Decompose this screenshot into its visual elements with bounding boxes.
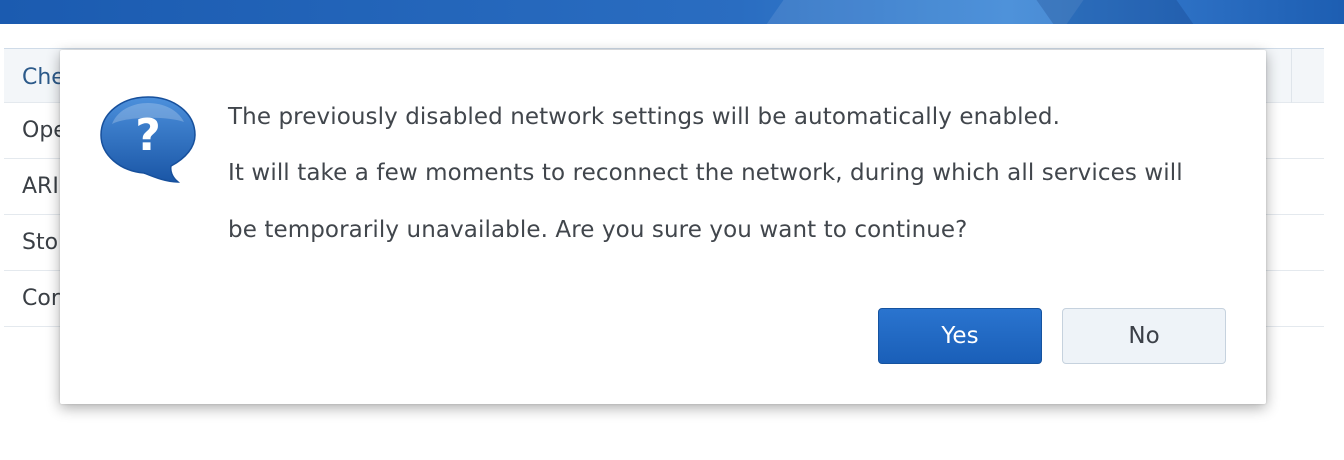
table-cell: Cor [22, 286, 60, 311]
table-cell: ARI [22, 174, 59, 199]
svg-text:?: ? [135, 110, 161, 161]
table-header-cell: Che [22, 65, 65, 90]
dialog-message-line-1: The previously disabled network settings… [228, 104, 1061, 130]
no-button[interactable]: No [1062, 308, 1226, 364]
question-bubble-icon: ? [100, 96, 196, 183]
dialog-message-line-3: be temporarily unavailable. Are you sure… [228, 217, 968, 243]
yes-button[interactable]: Yes [878, 308, 1042, 364]
table-cell: Sto [22, 230, 59, 255]
confirm-dialog: ? The previously disabled network settin… [60, 50, 1266, 404]
app-window: Che Ope ARI Sto Cor ? The previously dis… [0, 0, 1344, 460]
header-banner [0, 0, 1344, 24]
dialog-message-line-2: It will take a few moments to reconnect … [228, 160, 1183, 186]
